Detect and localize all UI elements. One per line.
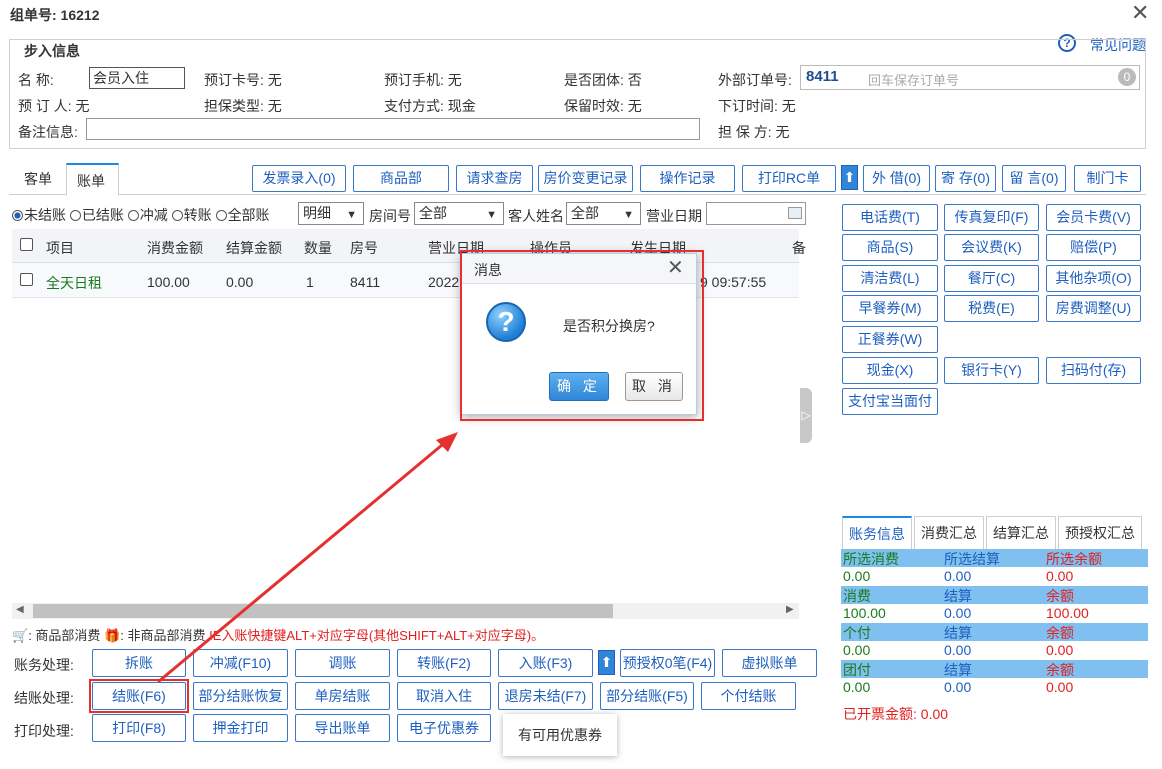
dialog-highlight: [460, 250, 704, 421]
